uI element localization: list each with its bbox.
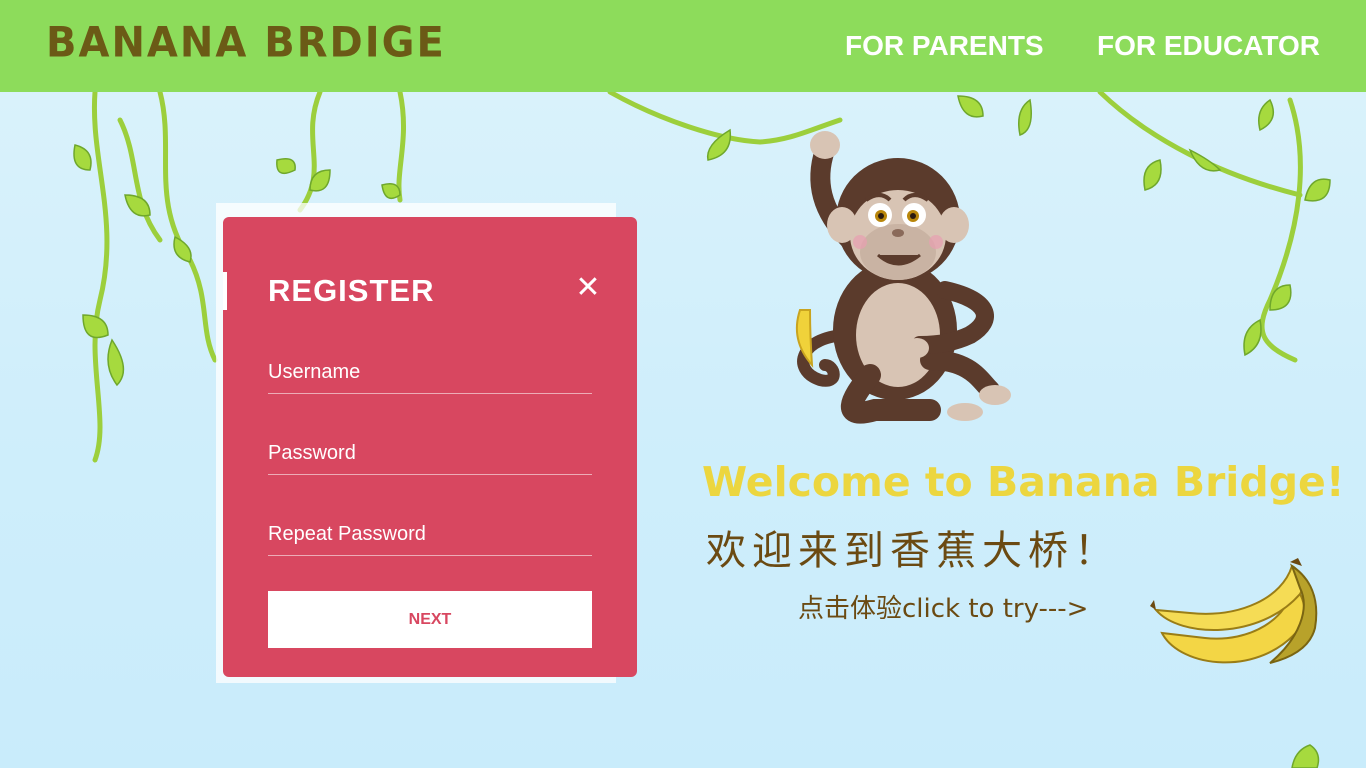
- password-field: [268, 434, 592, 475]
- register-card-accent: [223, 272, 227, 310]
- top-navigation-bar: BANANA BRDIGE FOR PARENTS FOR EDUCATOR: [0, 0, 1366, 92]
- username-input[interactable]: [268, 353, 592, 391]
- close-icon[interactable]: ✕: [573, 273, 603, 303]
- register-title: REGISTER: [268, 273, 435, 308]
- welcome-heading-chinese: 欢迎来到香蕉大桥！: [706, 528, 1120, 574]
- monkey-illustration: [796, 131, 1011, 424]
- password-input[interactable]: [268, 434, 592, 472]
- click-to-try-link[interactable]: 点击体验click to try--->: [798, 588, 1088, 625]
- repeat-password-input[interactable]: [268, 515, 592, 553]
- nav-for-educator[interactable]: FOR EDUCATOR: [1097, 30, 1320, 62]
- username-field: [268, 353, 592, 394]
- welcome-heading-english: Welcome to Banana Bridge!: [702, 458, 1345, 506]
- register-card: REGISTER ✕ NEXT: [223, 217, 637, 677]
- next-button[interactable]: NEXT: [268, 591, 592, 648]
- brand-logo[interactable]: BANANA BRDIGE: [46, 19, 446, 67]
- nav-for-parents[interactable]: FOR PARENTS: [845, 30, 1044, 62]
- repeat-password-field: [268, 515, 592, 556]
- banana-bunch-illustration[interactable]: [1150, 558, 1330, 678]
